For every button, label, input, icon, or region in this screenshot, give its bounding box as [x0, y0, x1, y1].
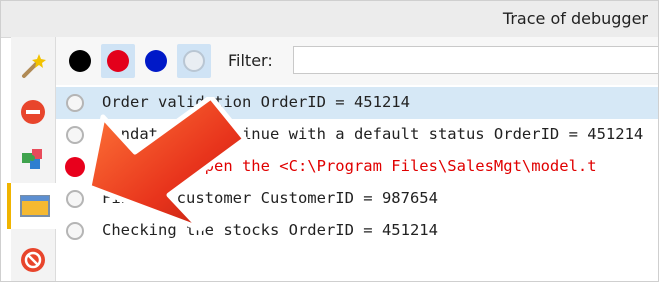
- status-circle-icon: [66, 126, 84, 144]
- trace-message: Checking the stocks OrderID = 451214: [102, 221, 438, 239]
- status-circle-icon: [66, 190, 84, 208]
- status-circle-icon: [66, 94, 84, 112]
- trace-message: Order validation OrderID = 451214: [102, 93, 410, 111]
- debugger-trace-window: Trace of debugger Filter: Order validati…: [0, 0, 659, 282]
- black-dot-icon: [69, 50, 91, 72]
- filter-toolbar: Filter:: [56, 37, 658, 85]
- disable-button[interactable]: [11, 237, 55, 281]
- status-circle-icon: [66, 222, 84, 240]
- trace-row[interactable]: Checking the stocks OrderID = 451214: [56, 215, 658, 247]
- puzzle-icon: [22, 149, 42, 169]
- red-dot-icon: [107, 50, 129, 72]
- blue-dot-icon: [145, 50, 167, 72]
- trace-row[interactable]: Finding customer CustomerID = 987654: [56, 183, 658, 215]
- filter-black-button[interactable]: [63, 44, 97, 78]
- filter-label: Filter:: [228, 51, 273, 70]
- left-toolbar: [7, 37, 59, 281]
- trace-row[interactable]: Unable to open the <C:\Program Files\Sal…: [56, 151, 658, 183]
- filter-red-button[interactable]: [101, 44, 135, 78]
- wand-button[interactable]: [11, 43, 55, 89]
- trace-message: Mandatory, continue with a default statu…: [102, 125, 644, 143]
- panel-icon: [20, 195, 50, 217]
- filter-hollow-button[interactable]: [177, 44, 211, 78]
- trace-message: Unable to open the <C:\Program Files\Sal…: [102, 157, 597, 175]
- trace-row[interactable]: Order validation OrderID = 451214: [56, 87, 658, 119]
- disabled-icon: [21, 248, 45, 272]
- filter-blue-button[interactable]: [139, 44, 173, 78]
- hollow-dot-icon: [183, 50, 205, 72]
- stop-icon: [21, 100, 45, 124]
- error-dot-icon: [65, 157, 85, 177]
- stop-button[interactable]: [11, 89, 55, 135]
- filter-input[interactable]: [293, 46, 658, 74]
- wand-icon: [22, 54, 46, 78]
- trace-panel-button[interactable]: [7, 183, 59, 229]
- trace-row[interactable]: Mandatory, continue with a default statu…: [56, 119, 658, 151]
- window-title: Trace of debugger: [502, 9, 648, 28]
- trace-message: Finding customer CustomerID = 987654: [102, 189, 438, 207]
- title-bar: Trace of debugger: [1, 1, 658, 38]
- trace-panel: Filter: Order validation OrderID = 45121…: [56, 37, 658, 281]
- puzzle-button[interactable]: [11, 135, 55, 181]
